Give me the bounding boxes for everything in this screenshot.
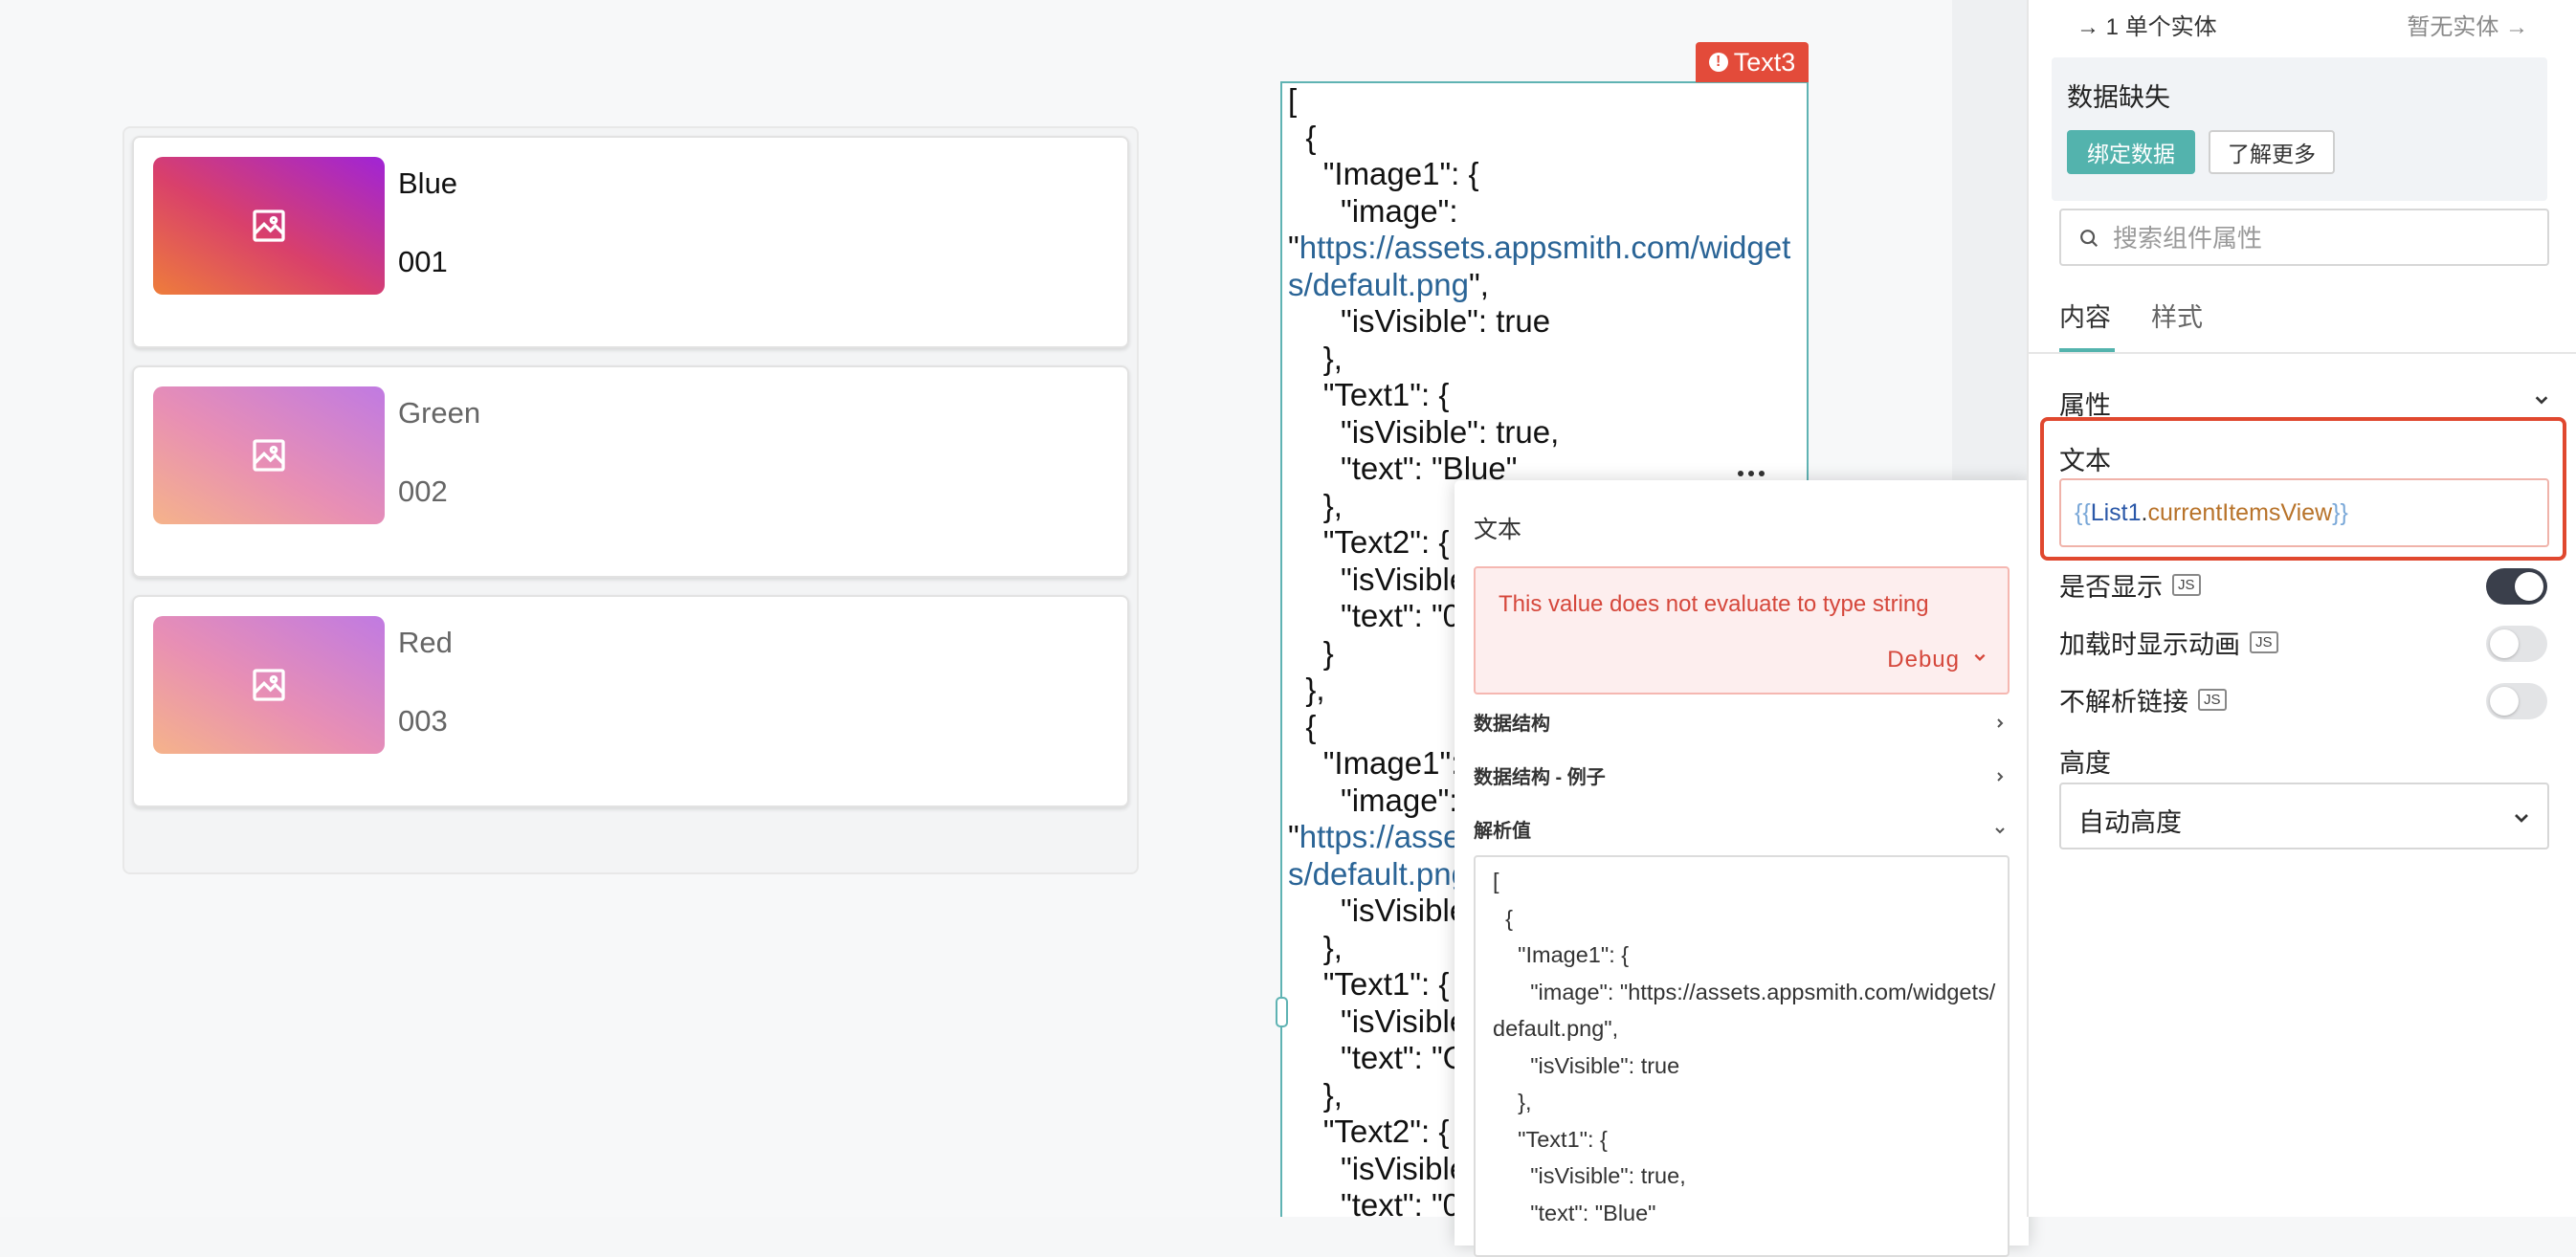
resize-handle[interactable]: [1276, 997, 1288, 1027]
height-select-value: 自动高度: [2078, 808, 2182, 837]
popover-title: 文本: [1474, 517, 1522, 543]
arrow-right-icon: →: [2076, 14, 2099, 40]
visible-label: 是否显示 JS: [2059, 566, 2201, 604]
list-item-number: 003: [398, 704, 448, 738]
evaluated-value-popover: 文本 This value does not evaluate to type …: [1455, 480, 2029, 1257]
binding-expression: {{List1.currentItemsView}}: [2075, 499, 2348, 526]
no-entity-label: 暂无实体: [2407, 14, 2499, 40]
image-placeholder-icon: [253, 439, 285, 472]
data-missing-title: 数据缺失: [2067, 83, 2170, 112]
image-placeholder-icon: [253, 210, 285, 242]
search-icon: [2080, 230, 2099, 248]
text3-name-badge[interactable]: ! Text3: [1696, 42, 1809, 82]
js-toggle-tag[interactable]: JS: [2250, 631, 2278, 653]
section-label: 数据结构: [1474, 714, 1550, 735]
height-label: 高度: [2059, 749, 2111, 778]
property-search[interactable]: [2059, 209, 2549, 266]
arrow-right-icon: →: [2505, 14, 2528, 40]
disable-link-label: 不解析链接 JS: [2059, 681, 2227, 718]
error-message: This value does not evaluate to type str…: [1499, 591, 1929, 617]
list-item-image: [153, 616, 385, 754]
chevron-down-icon: [1995, 827, 2005, 834]
list-item-number: 001: [398, 245, 448, 278]
chevron-down-icon[interactable]: [1973, 651, 1987, 664]
tabs-divider: [2029, 352, 2576, 354]
list-item-image: [153, 386, 385, 524]
entity-link[interactable]: → 1 单个实体: [2076, 8, 2217, 41]
list-item-name: Red: [398, 626, 453, 659]
tab-style[interactable]: 样式: [2151, 297, 2203, 334]
animate-loading-label: 加载时显示动画 JS: [2059, 624, 2278, 661]
list-item-number: 002: [398, 474, 448, 508]
visible-toggle[interactable]: [2486, 568, 2547, 605]
url-link[interactable]: https://assets.appsmith.com/widgets/defa…: [1288, 230, 1790, 302]
list-item[interactable]: Blue 001: [132, 136, 1129, 348]
entity-link-label: 1 单个实体: [2105, 14, 2217, 40]
section-data-structure[interactable]: 数据结构: [1474, 708, 2010, 746]
js-toggle-tag[interactable]: JS: [2198, 689, 2227, 711]
section-label: 数据结构 - 例子: [1474, 767, 1606, 788]
text-property-input[interactable]: {{List1.currentItemsView}}: [2059, 478, 2549, 547]
image-placeholder-icon: [253, 669, 285, 701]
list-item[interactable]: Red 003: [132, 595, 1129, 807]
no-entity-link[interactable]: 暂无实体 →: [2407, 8, 2528, 41]
evaluated-value-text: [ { "Image1": { "image": "https://assets…: [1493, 869, 1996, 1225]
bind-data-button[interactable]: 绑定数据: [2067, 130, 2195, 174]
section-data-example[interactable]: 数据结构 - 例子: [1474, 761, 2010, 800]
list-item[interactable]: Green 002: [132, 365, 1129, 578]
search-input[interactable]: [2111, 210, 2536, 266]
list-widget[interactable]: Blue 001 Green 002 Red 003: [122, 126, 1139, 874]
error-box: This value does not evaluate to type str…: [1474, 566, 2010, 695]
chevron-down-icon: [2515, 814, 2528, 823]
alert-icon: !: [1708, 53, 1728, 72]
js-toggle-tag[interactable]: JS: [2172, 574, 2201, 596]
chevron-right-icon: [1997, 718, 2004, 728]
list-item-name: Blue: [398, 166, 458, 200]
evaluated-value-box: [ { "Image1": { "image": "https://assets…: [1474, 855, 2010, 1257]
data-missing-card: 数据缺失 绑定数据 了解更多: [2052, 57, 2547, 201]
property-pane: → 1 单个实体 暂无实体 → 数据缺失 绑定数据 了解更多 内容 样式 属性 …: [2027, 0, 2576, 1217]
section-label: 解析值: [1474, 821, 1531, 842]
text3-badge-label: Text3: [1733, 47, 1796, 77]
list-item-name: Green: [398, 396, 481, 430]
chevron-down-icon[interactable]: [2534, 392, 2549, 408]
text-property-label: 文本: [2059, 447, 2111, 475]
animate-loading-toggle[interactable]: [2486, 626, 2547, 662]
tab-content[interactable]: 内容: [2059, 297, 2111, 334]
chevron-right-icon: [1997, 772, 2004, 782]
disable-link-toggle[interactable]: [2486, 683, 2547, 719]
section-evaluated-value[interactable]: 解析值: [1474, 815, 2010, 853]
list-item-image: [153, 157, 385, 295]
height-select[interactable]: 自动高度: [2059, 783, 2549, 849]
debug-button[interactable]: Debug: [1887, 647, 1960, 673]
learn-more-button[interactable]: 了解更多: [2209, 130, 2335, 174]
